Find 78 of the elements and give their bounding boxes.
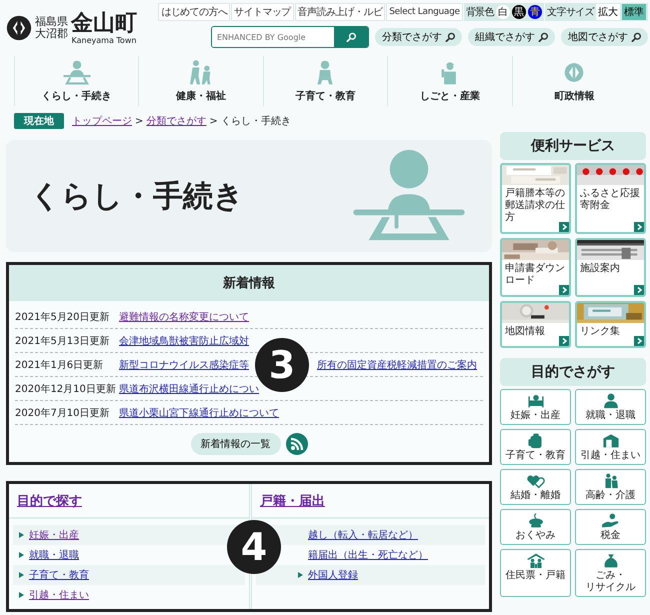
news-date: 2021年5月13日更新	[15, 334, 111, 348]
category-link[interactable]: 就職・退職	[29, 548, 79, 562]
location-label: 現在地	[14, 113, 64, 129]
purpose-tile[interactable]: 高齢・介護	[575, 469, 646, 505]
category-link[interactable]: 外国人登録	[308, 568, 358, 582]
switcher-label: 背景色	[466, 6, 494, 19]
font-size-button[interactable]: 拡大	[596, 4, 620, 20]
service-card[interactable]: 戸籍謄本等の郵送請求の仕方	[500, 163, 571, 234]
news-date: 2020年7月10日更新	[15, 406, 111, 420]
category-title-link[interactable]: 戸籍・届出	[260, 494, 325, 509]
purpose-tile[interactable]: 結婚・離婚	[500, 469, 571, 505]
news-date: 2021年5月20日更新	[15, 310, 111, 324]
nav-item[interactable]: 子育て・教育	[262, 56, 388, 106]
category-link[interactable]: 引越・住まい	[29, 588, 89, 602]
news-date: 2021年1月6日更新	[15, 358, 104, 372]
town-name-english: Kaneyama Town	[72, 36, 136, 44]
utility-link[interactable]: はじめての方へ	[158, 3, 230, 21]
district-name: 大沼郡	[35, 28, 68, 40]
service-card[interactable]: リンク集	[575, 301, 646, 348]
nav-item[interactable]: くらし・手続き	[14, 56, 138, 106]
news-list-button[interactable]: 新着情報の一覧	[190, 433, 280, 455]
search-link[interactable]: 分類でさがす	[375, 28, 462, 46]
service-card[interactable]: 地図情報	[500, 301, 571, 348]
purpose-tile[interactable]: 引越・住まい	[575, 429, 646, 465]
search-icon	[445, 32, 455, 42]
category-link[interactable]: 妊娠・出産	[29, 528, 79, 542]
search-icon	[538, 32, 548, 42]
utility-link[interactable]: Select Language	[386, 3, 463, 21]
breadcrumb-current: くらし・手続き	[220, 114, 291, 128]
news-date: 2020年12月10日更新	[15, 382, 117, 396]
news-link[interactable]: 所有の固定資産税軽減措置のご案内	[317, 358, 477, 372]
search-field[interactable]: ENHANCED BY Google	[211, 26, 369, 48]
breadcrumb-separator: >	[135, 116, 144, 126]
search-icon	[346, 32, 356, 42]
purpose-tile[interactable]: 子育て・教育	[500, 429, 571, 465]
nav-item[interactable]: しごと・産業	[387, 56, 512, 106]
page-title: くらし・手続き	[30, 178, 244, 216]
news-link[interactable]: 避難情報の名称変更について	[119, 310, 249, 324]
prefecture-name: 福島県	[35, 16, 68, 28]
background-color-button[interactable]: 白	[496, 5, 510, 19]
purpose-tile[interactable]: ごみ・ リサイクル	[575, 549, 646, 597]
news-link[interactable]: 会津地域鳥獣被害防止広域対	[119, 334, 249, 348]
search-link[interactable]: 地図でさがす	[561, 28, 648, 46]
font-size-button[interactable]: 標準	[622, 4, 646, 20]
breadcrumb-link[interactable]: トップページ	[72, 114, 132, 128]
category-link[interactable]: 籍届出（出生・死亡など）	[308, 548, 428, 562]
purpose-tile[interactable]: おくやみ	[500, 509, 571, 545]
nav-item[interactable]: 健康・福祉	[138, 56, 263, 106]
section-title: 新着情報	[9, 265, 489, 301]
service-card[interactable]: 申請書ダウンロード	[500, 238, 571, 297]
nav-item[interactable]: 町政情報	[512, 56, 636, 106]
category-link[interactable]: 子育て・教育	[29, 568, 89, 582]
breadcrumb-link[interactable]: 分類でさがす	[146, 114, 206, 128]
purpose-tile[interactable]: 妊娠・出産	[500, 389, 571, 425]
section-title: 目的でさがす	[500, 358, 646, 386]
town-name: 金山町	[71, 10, 137, 36]
service-card[interactable]: ふるさと応援寄附金	[575, 163, 646, 234]
breadcrumb-separator: >	[209, 116, 218, 126]
emblem-icon	[6, 14, 32, 40]
coin-hand-icon	[600, 512, 622, 529]
search-icon	[631, 32, 641, 42]
background-color-button[interactable]: 黒	[512, 5, 526, 19]
search-button[interactable]	[334, 27, 368, 47]
news-link[interactable]: 新型コロナウイルス感染症等	[119, 358, 249, 372]
utility-link[interactable]: サイトマップ	[231, 3, 294, 21]
background-color-button[interactable]: 青	[528, 5, 542, 19]
service-card[interactable]: 施設案内	[575, 238, 646, 297]
family-house-icon	[524, 552, 546, 569]
category-title-link[interactable]: 目的で探す	[17, 494, 82, 509]
purpose-tile[interactable]: 住民票・戸籍	[500, 549, 571, 597]
switcher-label: 文字サイズ	[546, 6, 594, 19]
news-link[interactable]: 県道小栗山宮下線通行止めについて	[119, 406, 279, 420]
section-title: 便利サービス	[500, 132, 646, 160]
purpose-tile[interactable]: 税金	[575, 509, 646, 545]
search-link[interactable]: 組織でさがす	[468, 28, 555, 46]
purpose-tile[interactable]: 就職・退職	[575, 389, 646, 425]
utility-link[interactable]: 音声読み上げ・ルビ	[294, 3, 386, 21]
rss-icon[interactable]	[286, 433, 308, 455]
